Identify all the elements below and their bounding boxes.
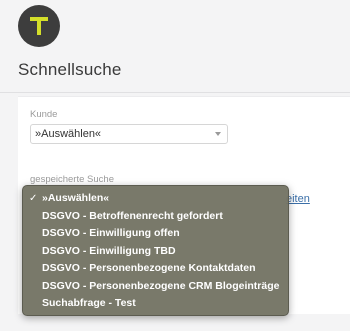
page: Schnellsuche Kunde »Auswählen« gespeiche… bbox=[0, 0, 350, 331]
kunde-label: Kunde bbox=[30, 109, 58, 120]
edit-link[interactable]: eiten bbox=[286, 193, 310, 205]
saved-search-label: gespeicherte Suche bbox=[30, 174, 114, 185]
dropdown-option-label: »Auswählen« bbox=[42, 192, 110, 204]
avatar-letter-t-icon bbox=[30, 17, 48, 35]
dropdown-option[interactable]: DSGVO - Einwilligung TBD bbox=[23, 243, 288, 261]
dropdown-option[interactable]: DSGVO - Personenbezogene Kontaktdaten bbox=[23, 260, 288, 278]
checkmark-icon: ✓ bbox=[29, 193, 38, 204]
dropdown-option-label: Suchabfrage - Test bbox=[42, 297, 136, 309]
dropdown-option-label: DSGVO - Einwilligung TBD bbox=[42, 244, 176, 257]
chevron-down-icon bbox=[215, 132, 221, 136]
dropdown-option-label: DSGVO - Betroffenenrecht gefordert bbox=[42, 209, 223, 222]
dropdown-option[interactable]: ✓ »Auswählen« bbox=[23, 190, 288, 208]
dropdown-option-label: DSGVO - Personenbezogene CRM Blogeinträg… bbox=[42, 279, 280, 292]
avatar[interactable] bbox=[18, 5, 60, 47]
title-divider bbox=[0, 92, 350, 93]
dropdown-option-label: DSGVO - Einwilligung offen bbox=[42, 227, 180, 239]
dropdown-option[interactable]: DSGVO - Einwilligung offen bbox=[23, 225, 288, 243]
kunde-select-value: »Auswählen« bbox=[35, 128, 102, 140]
kunde-select[interactable]: »Auswählen« bbox=[30, 124, 228, 144]
dropdown-option[interactable]: Suchabfrage - Test bbox=[23, 295, 288, 313]
dropdown-option[interactable]: DSGVO - Betroffenenrecht gefordert bbox=[23, 208, 288, 226]
dropdown-option[interactable]: DSGVO - Personenbezogene CRM Blogeinträg… bbox=[23, 278, 288, 296]
saved-search-dropdown[interactable]: ✓ »Auswählen« DSGVO - Betroffenenrecht g… bbox=[22, 185, 289, 316]
dropdown-option-label: DSGVO - Personenbezogene Kontaktdaten bbox=[42, 262, 256, 274]
page-title: Schnellsuche bbox=[18, 60, 122, 79]
